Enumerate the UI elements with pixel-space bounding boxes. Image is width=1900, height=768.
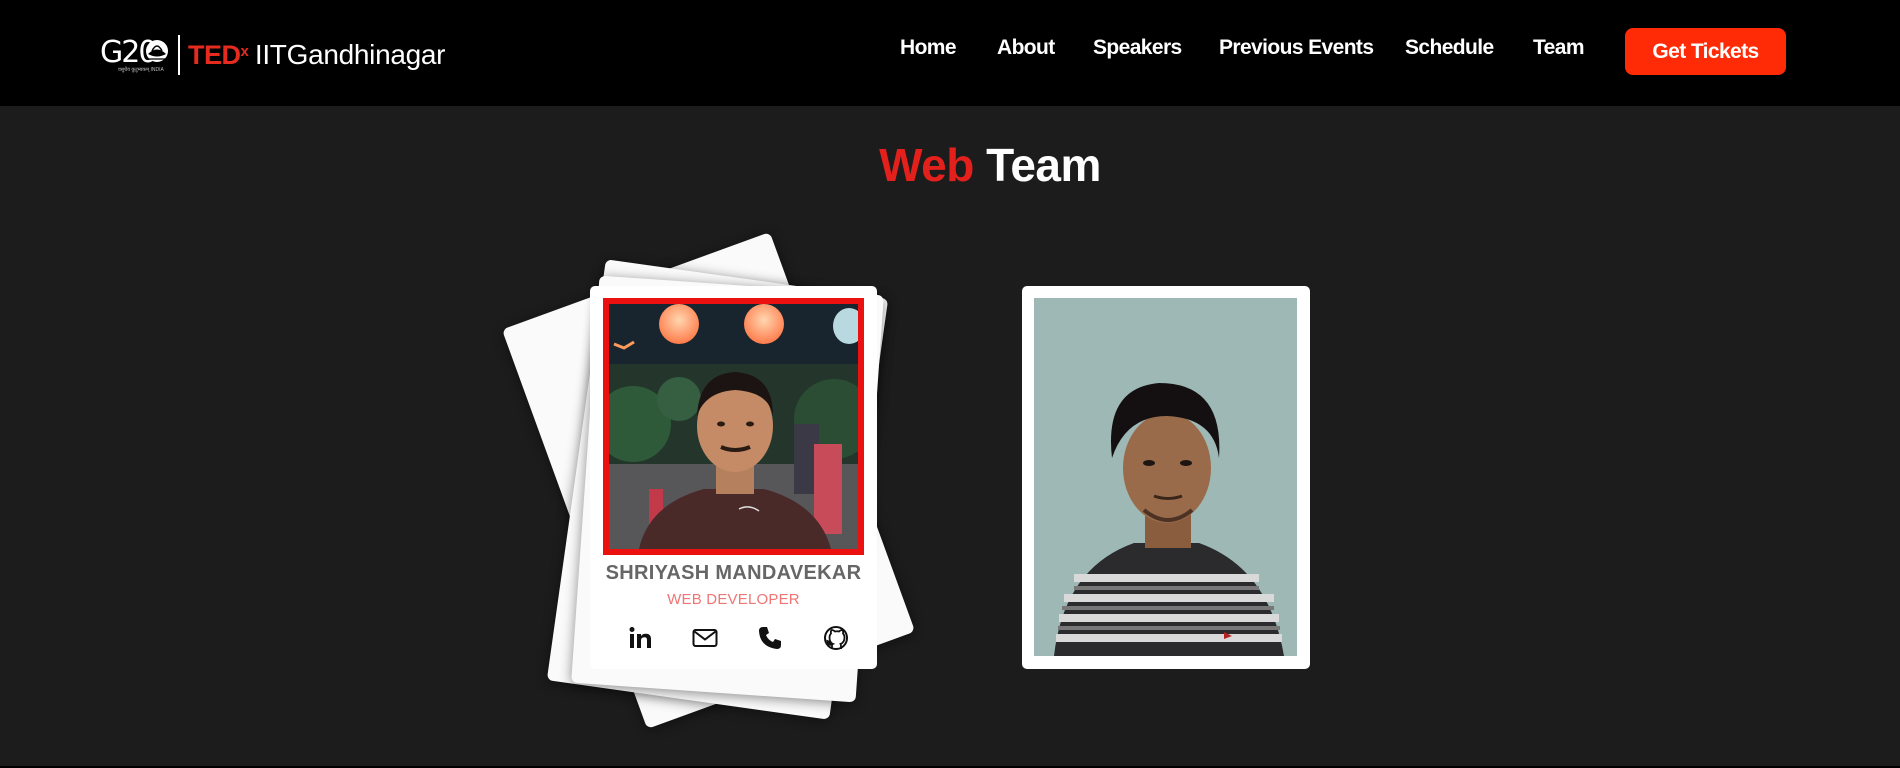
site-logo[interactable]: G20 वसुधैव कुटुम्बकम् INDIA TED x IITGan…	[100, 33, 446, 77]
team-member-card[interactable]	[1022, 286, 1310, 669]
member-photo-image	[1034, 298, 1297, 656]
member-photo-image	[609, 304, 858, 549]
member-name: SHRIYASH MANDAVEKAR	[605, 562, 862, 584]
member-photo	[603, 298, 864, 555]
title-highlight: Web	[879, 139, 974, 191]
g20-logo: G20 वसुधैव कुटुम्बकम् INDIA	[100, 33, 172, 77]
g20-subtitle: वसुधैव कुटुम्बकम् INDIA	[118, 67, 164, 73]
nav-previous-events[interactable]: Previous Events	[1219, 36, 1374, 60]
ted-event-name: IITGandhinagar	[254, 39, 446, 70]
member-role: WEB DEVELOPER	[667, 591, 800, 608]
github-icon[interactable]	[822, 624, 850, 652]
nav-team[interactable]: Team	[1533, 36, 1585, 60]
title-rest: Team	[986, 139, 1101, 191]
linkedin-icon[interactable]	[626, 624, 654, 652]
nav-schedule[interactable]: Schedule	[1405, 36, 1494, 60]
team-member-card[interactable]: SHRIYASH MANDAVEKAR WEB DEVELOPER	[590, 286, 877, 669]
ted-x: x	[240, 42, 249, 60]
logo-divider	[178, 35, 180, 75]
nav-about[interactable]: About	[997, 36, 1055, 60]
nav-speakers[interactable]: Speakers	[1093, 36, 1182, 60]
member-contact-icons	[590, 624, 877, 656]
site-header: G20 वसुधैव कुटुम्बकम् INDIA TED x IITGan…	[0, 0, 1900, 106]
phone-icon[interactable]	[756, 624, 784, 652]
mail-icon[interactable]	[691, 624, 719, 652]
section-title: Web Team	[0, 138, 1900, 192]
nav-home[interactable]: Home	[900, 36, 957, 60]
member-photo	[1034, 298, 1297, 656]
ted-wordmark: TED	[188, 40, 241, 70]
lotus-icon	[146, 40, 168, 62]
get-tickets-button[interactable]: Get Tickets	[1625, 28, 1786, 75]
